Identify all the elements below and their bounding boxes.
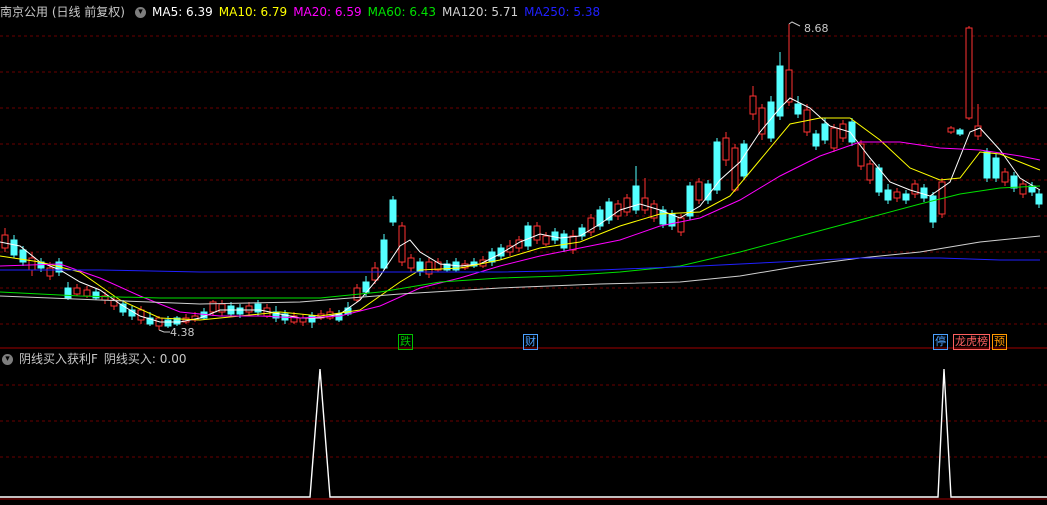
indicator-chart[interactable] bbox=[0, 349, 1047, 505]
candle-body bbox=[83, 289, 91, 297]
candle-body bbox=[857, 143, 865, 167]
stock-title[interactable]: 南京公用 (日线 前复权) bbox=[0, 5, 125, 19]
candle-body bbox=[524, 225, 532, 247]
candle-body bbox=[1001, 171, 1009, 183]
candle-body bbox=[119, 303, 127, 313]
chevron-down-icon[interactable]: ▾ bbox=[135, 7, 146, 18]
candle-body bbox=[254, 303, 262, 313]
candle-body bbox=[10, 239, 18, 256]
candle-body bbox=[542, 235, 550, 245]
sub-chart-header: ▾ 阴线买入获利F 阴线买入: 0.00 bbox=[0, 348, 192, 370]
low-price-label: 4.38 bbox=[170, 326, 195, 339]
candle-body bbox=[902, 193, 910, 201]
ma250-line bbox=[0, 257, 1040, 273]
candle-body bbox=[218, 303, 226, 313]
candle-body bbox=[830, 127, 838, 149]
candle-body bbox=[722, 137, 730, 161]
ma120-label: MA120: 5.71 bbox=[442, 5, 519, 19]
candle-body bbox=[533, 225, 541, 241]
ma10-label: MA10: 6.79 bbox=[218, 5, 288, 19]
ma20-line bbox=[0, 141, 1041, 319]
candle-body bbox=[677, 217, 685, 233]
candle-body bbox=[1, 234, 9, 249]
candle-body bbox=[893, 191, 901, 199]
candle-body bbox=[920, 187, 928, 199]
indicator-value: 阴线买入: 0.00 bbox=[103, 352, 187, 366]
candle-body bbox=[73, 287, 81, 295]
candle-body bbox=[866, 163, 874, 181]
main-chart-header: 南京公用 (日线 前复权) ▾ MA5: 6.39 MA10: 6.79 MA20: 6… bbox=[0, 1, 606, 23]
candle-body bbox=[1019, 183, 1027, 195]
event-badge-cai[interactable]: 财 bbox=[523, 334, 538, 350]
kline-chart[interactable] bbox=[0, 0, 1047, 349]
candle-body bbox=[632, 185, 640, 211]
signal-line bbox=[0, 368, 1047, 498]
candle-body bbox=[371, 267, 379, 281]
candle-body bbox=[380, 239, 388, 269]
candle-body bbox=[236, 307, 244, 315]
candle-body bbox=[713, 141, 721, 191]
indicator-title[interactable]: 阴线买入获利F bbox=[19, 352, 98, 366]
ma5-label: MA5: 6.39 bbox=[152, 5, 213, 19]
candle-body bbox=[983, 151, 991, 179]
event-badge-yu[interactable]: 预 bbox=[992, 334, 1007, 350]
candle-body bbox=[46, 267, 54, 277]
candle-body bbox=[794, 103, 802, 115]
ma20-label: MA20: 6.59 bbox=[293, 5, 362, 19]
candle-body bbox=[695, 181, 703, 201]
low-marker bbox=[158, 329, 170, 333]
event-badge-ting[interactable]: 停 bbox=[933, 334, 948, 350]
candle-body bbox=[992, 157, 1000, 179]
candle-body bbox=[1035, 193, 1043, 205]
candle-body bbox=[92, 291, 100, 299]
candle-body bbox=[407, 257, 415, 269]
candle-body bbox=[551, 231, 559, 241]
ma60-label: MA60: 6.43 bbox=[367, 5, 437, 19]
candle-body bbox=[884, 189, 892, 201]
ma250-label: MA250: 5.38 bbox=[524, 5, 601, 19]
candle-body bbox=[812, 133, 820, 147]
candle-body bbox=[641, 197, 649, 211]
candle-body bbox=[965, 27, 973, 119]
high-price-label: 8.68 bbox=[804, 22, 829, 35]
candle-body bbox=[389, 199, 397, 223]
candle-body bbox=[749, 95, 757, 115]
candle-body bbox=[821, 123, 829, 141]
high-marker bbox=[788, 21, 801, 27]
candle-body bbox=[299, 317, 307, 323]
candle-body bbox=[947, 127, 955, 133]
ma10-line bbox=[0, 117, 1041, 321]
chevron-down-icon[interactable]: ▾ bbox=[2, 354, 13, 365]
candle-body bbox=[245, 305, 253, 313]
candle-body bbox=[1010, 175, 1018, 189]
candle-body bbox=[767, 101, 775, 139]
candle-body bbox=[623, 197, 631, 213]
event-badge-die[interactable]: 跌 bbox=[398, 334, 413, 350]
candle-body bbox=[28, 257, 36, 271]
candle-body bbox=[64, 287, 72, 299]
event-badge-longhubang[interactable]: 龙虎榜 bbox=[953, 334, 990, 350]
candle-body bbox=[956, 129, 964, 135]
candle-body bbox=[560, 233, 568, 249]
candle-body bbox=[785, 69, 793, 103]
